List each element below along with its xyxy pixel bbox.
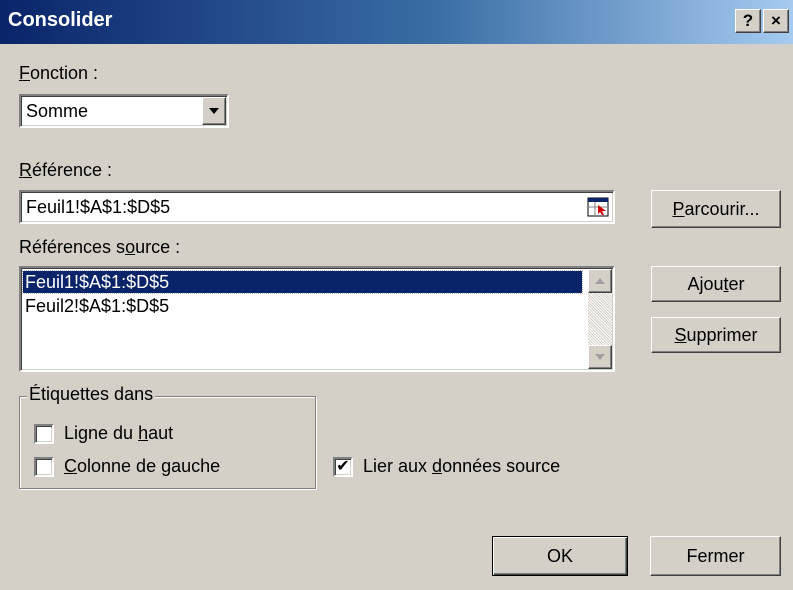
list-item[interactable]: Feuil1!$A$1:$D$5 — [22, 270, 583, 294]
lier-checkbox[interactable]: ✔ — [333, 457, 353, 477]
colonne-de-gauche-checkbox[interactable] — [34, 457, 54, 477]
ligne-du-haut-label[interactable]: Ligne du haut — [64, 423, 173, 444]
chevron-down-icon — [209, 108, 219, 114]
collapse-dialog-button[interactable] — [587, 197, 609, 217]
ajouter-button[interactable]: Ajouter — [651, 266, 781, 302]
ok-button[interactable]: OK — [492, 536, 628, 576]
fonction-label: Fonction : — [19, 63, 99, 83]
supprimer-button[interactable]: Supprimer — [651, 317, 781, 353]
parcourir-button[interactable]: Parcourir... — [651, 190, 781, 228]
fonction-value: Somme — [26, 101, 89, 121]
reference-input[interactable]: Feuil1!$A$1:$D$5 — [19, 190, 615, 224]
title-bar[interactable]: Consolider ? × — [0, 0, 793, 44]
reference-value: Feuil1!$A$1:$D$5 — [26, 197, 171, 217]
close-icon: × — [771, 11, 781, 30]
sources-label: Références source : — [19, 237, 181, 257]
help-icon: ? — [742, 11, 754, 30]
parcourir-label: Parcourir... — [672, 199, 760, 219]
colonne-de-gauche-label[interactable]: Colonne de gauche — [64, 456, 220, 477]
fonction-dropdown-button[interactable] — [202, 97, 226, 125]
range-selector-icon — [587, 197, 609, 217]
sources-listbox[interactable]: Feuil1!$A$1:$D$5 Feuil2!$A$1:$D$5 — [19, 266, 615, 372]
fermer-label: Fermer — [686, 546, 745, 566]
scroll-up-button[interactable] — [588, 269, 612, 293]
window-title: Consolider — [8, 9, 113, 31]
reference-label: Référence : — [19, 160, 113, 180]
etiquettes-legend: Étiquettes dans — [27, 384, 156, 405]
ligne-du-haut-checkbox[interactable] — [34, 424, 54, 444]
check-icon: ✔ — [336, 458, 350, 475]
lier-label[interactable]: Lier aux données source — [363, 456, 560, 477]
fonction-combobox[interactable]: Somme — [19, 94, 229, 128]
help-button[interactable]: ? — [735, 9, 761, 33]
supprimer-label: Supprimer — [674, 325, 758, 345]
scroll-down-button[interactable] — [588, 345, 612, 369]
chevron-down-icon — [595, 354, 605, 360]
ok-label: OK — [546, 546, 573, 566]
ajouter-label: Ajouter — [687, 274, 745, 294]
chevron-up-icon — [595, 278, 605, 284]
close-button[interactable]: × — [763, 9, 789, 33]
fermer-button[interactable]: Fermer — [650, 536, 781, 576]
list-item[interactable]: Feuil2!$A$1:$D$5 — [23, 295, 582, 317]
list-scrollbar[interactable] — [588, 269, 612, 369]
